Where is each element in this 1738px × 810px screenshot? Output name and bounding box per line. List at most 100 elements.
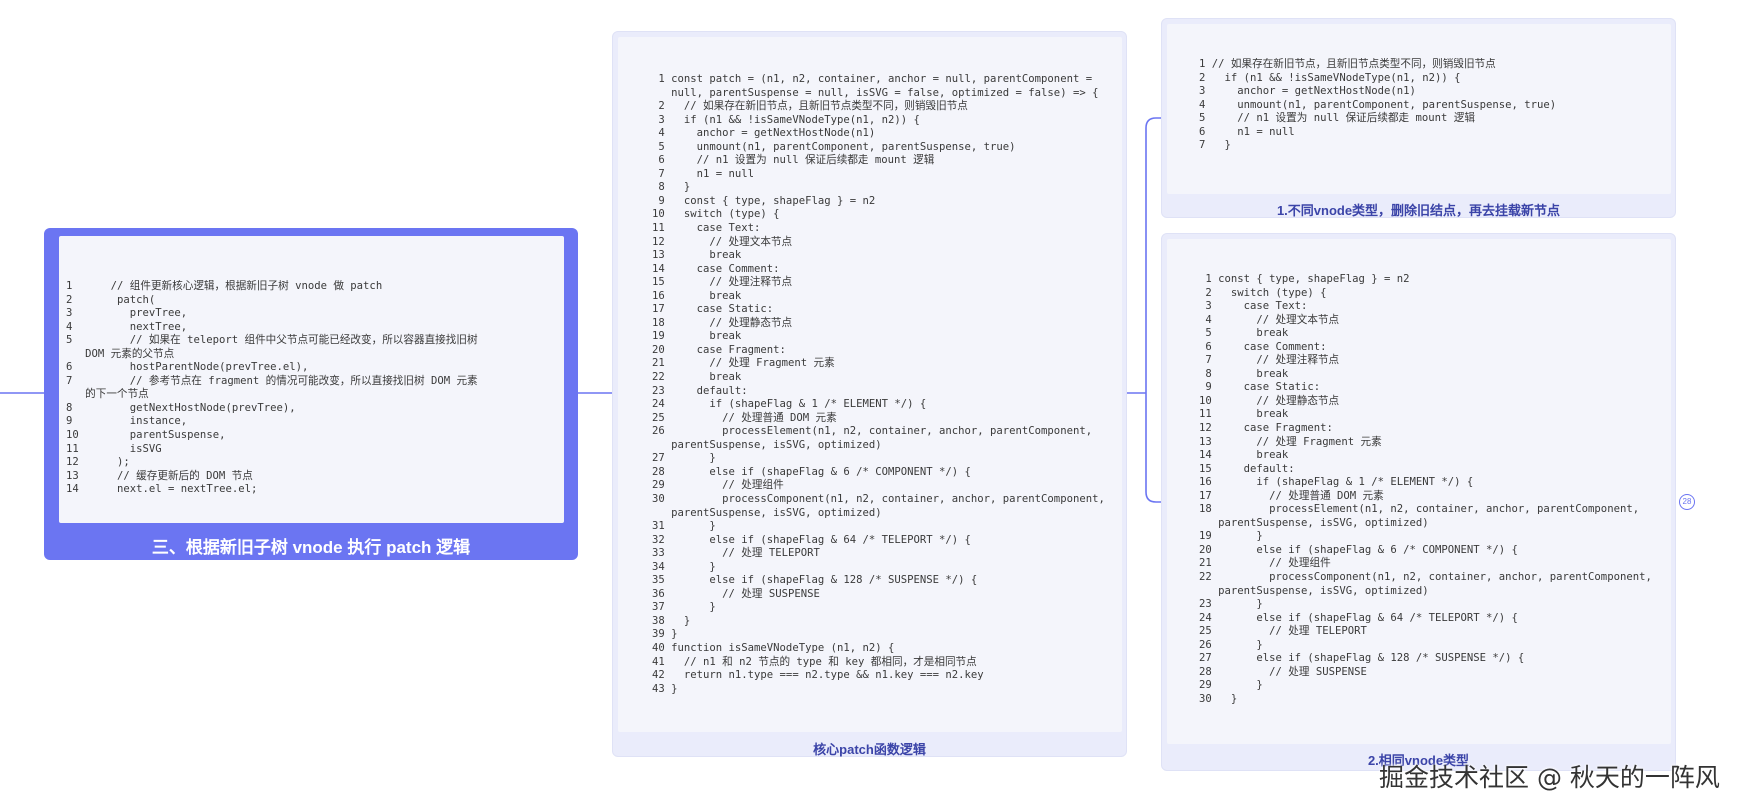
branch-2-line: 3 case Text: bbox=[1199, 300, 1308, 313]
core-line: 21 // 处理 Fragment 元素 bbox=[652, 357, 835, 370]
core-line: 22 break bbox=[652, 371, 742, 384]
core-line: 1 const patch = (n1, n2, container, anch… bbox=[652, 73, 1093, 85]
core-line: 42 return n1.type === n2.type && n1.key … bbox=[652, 669, 984, 682]
branch-2-node[interactable]: 1 const { type, shapeFlag } = n2 2 switc… bbox=[1161, 233, 1676, 771]
branch-2-line: 27 else if (shapeFlag & 128 /* SUSPENSE … bbox=[1199, 652, 1525, 665]
main-line-14: 14 next.el = nextTree.el; bbox=[66, 483, 258, 496]
main-line-13: 13 // 缓存更新后的 DOM 节点 bbox=[66, 469, 253, 482]
core-line: null, parentSuspense = null, isSVG = fal… bbox=[652, 86, 1099, 99]
branch-2-line: 1 const { type, shapeFlag } = n2 bbox=[1199, 273, 1410, 285]
branch-2-line: 24 else if (shapeFlag & 64 /* TELEPORT *… bbox=[1199, 611, 1518, 624]
main-node-caption: 三、根据新旧子树 vnode 执行 patch 逻辑 bbox=[151, 538, 471, 557]
main-line-11: 11 isSVG bbox=[66, 442, 162, 455]
core-line: 29 // 处理组件 bbox=[652, 479, 784, 492]
branch-2-line: 13 // 处理 Fragment 元素 bbox=[1199, 435, 1382, 448]
main-line-2: 2 patch( bbox=[66, 293, 156, 306]
main-line-8: 8 getNextHostNode(prevTree), bbox=[66, 401, 296, 414]
branch-2-line: 4 // 处理文本节点 bbox=[1199, 313, 1340, 326]
branch-2-line: 14 break bbox=[1199, 449, 1289, 462]
watermark: 掘金技术社区 @ 秋天的一阵风 bbox=[1379, 763, 1720, 792]
core-line: 8 } bbox=[652, 181, 691, 194]
core-line: parentSuspense, isSVG, optimized) bbox=[652, 506, 882, 519]
core-line: 17 case Static: bbox=[652, 303, 774, 316]
core-line: parentSuspense, isSVG, optimized) bbox=[652, 438, 882, 451]
branch-2-line: 12 case Fragment: bbox=[1199, 422, 1333, 435]
core-node-code: 1 const patch = (n1, n2, container, anch… bbox=[652, 73, 1105, 696]
main-node[interactable]: 1 // 组件更新核心逻辑，根据新旧子树 vnode 做 patch 2 pat… bbox=[44, 228, 578, 560]
branch-2-line: parentSuspense, isSVG, optimized) bbox=[1199, 516, 1429, 529]
branch-2-line: parentSuspense, isSVG, optimized) bbox=[1199, 584, 1429, 597]
main-line-12: 12 ); bbox=[66, 456, 130, 469]
main-node-code: 1 // 组件更新核心逻辑，根据新旧子树 vnode 做 patch 2 pat… bbox=[66, 280, 478, 497]
branch-2-line: 17 // 处理普通 DOM 元素 bbox=[1199, 489, 1384, 502]
core-line: 23 default: bbox=[652, 384, 748, 397]
core-patch-node[interactable]: 1 const patch = (n1, n2, container, anch… bbox=[612, 31, 1127, 757]
branch-2-line: 6 case Comment: bbox=[1199, 340, 1327, 353]
branch-2-line: 19 } bbox=[1199, 530, 1263, 543]
core-line: 9 const { type, shapeFlag } = n2 bbox=[652, 194, 876, 207]
core-line: 37 } bbox=[652, 601, 716, 614]
main-line-1: 1 // 组件更新核心逻辑，根据新旧子树 vnode 做 patch bbox=[66, 280, 383, 292]
branch-1-caption: 1.不同vnode类型，删除旧结点，再去挂载新节点 bbox=[1276, 203, 1561, 218]
core-line: 40 function isSameVNodeType (n1, n2) { bbox=[652, 641, 895, 654]
branch-2-line: 30 } bbox=[1199, 692, 1238, 705]
branch-2-line: 23 } bbox=[1199, 598, 1263, 611]
core-line: 30 processComponent(n1, n2, container, a… bbox=[652, 492, 1105, 505]
core-node-code-area: 1 const patch = (n1, n2, container, anch… bbox=[618, 37, 1122, 732]
branch-1-node[interactable]: 1 // 如果存在新旧节点，且新旧节点类型不同，则销毁旧节点 2 if (n1 … bbox=[1161, 18, 1676, 218]
branch-1-line: 4 unmount(n1, parentComponent, parentSus… bbox=[1199, 98, 1557, 111]
branch-2-line: 20 else if (shapeFlag & 6 /* COMPONENT *… bbox=[1199, 543, 1518, 556]
branch-2-line: 21 // 处理组件 bbox=[1199, 557, 1331, 570]
core-line: 24 if (shapeFlag & 1 /* ELEMENT */) { bbox=[652, 398, 927, 411]
branch-1-code: 1 // 如果存在新旧节点，且新旧节点类型不同，则销毁旧节点 2 if (n1 … bbox=[1199, 58, 1556, 153]
branch-1-line: 3 anchor = getNextHostNode(n1) bbox=[1199, 85, 1416, 98]
core-line: 6 // n1 设置为 null 保证后续都走 mount 逻辑 bbox=[652, 154, 935, 167]
core-line: 7 n1 = null bbox=[652, 167, 755, 180]
core-line: 35 else if (shapeFlag & 128 /* SUSPENSE … bbox=[652, 574, 978, 587]
branch-2-code-area: 1 const { type, shapeFlag } = n2 2 switc… bbox=[1167, 239, 1671, 744]
core-line: 41 // n1 和 n2 节点的 type 和 key 都相同，才是相同节点 bbox=[652, 655, 977, 668]
core-line: 33 // 处理 TELEPORT bbox=[652, 547, 820, 560]
core-line: 38 } bbox=[652, 614, 691, 627]
core-line: 13 break bbox=[652, 249, 742, 262]
main-line-7b: 的下一个节点 bbox=[66, 388, 149, 401]
core-line: 28 else if (shapeFlag & 6 /* COMPONENT *… bbox=[652, 465, 971, 478]
core-line: 43 } bbox=[652, 682, 678, 695]
core-line: 5 unmount(n1, parentComponent, parentSus… bbox=[652, 140, 1016, 153]
core-line: 32 else if (shapeFlag & 64 /* TELEPORT *… bbox=[652, 533, 971, 546]
core-line: 36 // 处理 SUSPENSE bbox=[652, 587, 820, 600]
core-line: 16 break bbox=[652, 289, 742, 302]
branch-2-line: 29 } bbox=[1199, 679, 1263, 692]
collapse-badge[interactable]: 28 bbox=[1679, 494, 1695, 510]
main-line-5b: DOM 元素的父节点 bbox=[66, 347, 175, 360]
branch-2-line: 11 break bbox=[1199, 408, 1289, 421]
core-line: 4 anchor = getNextHostNode(n1) bbox=[652, 127, 876, 140]
branch-2-line: 25 // 处理 TELEPORT bbox=[1199, 625, 1367, 638]
core-node-caption: 核心patch函数逻辑 bbox=[813, 742, 926, 757]
main-line-9: 9 instance, bbox=[66, 415, 188, 428]
core-line: 18 // 处理静态节点 bbox=[652, 316, 793, 329]
main-line-3: 3 prevTree, bbox=[66, 307, 188, 320]
core-line: 39 } bbox=[652, 628, 678, 641]
branch-1-line: 6 n1 = null bbox=[1199, 125, 1295, 138]
branch-2-line: 10 // 处理静态节点 bbox=[1199, 394, 1340, 407]
branch-1-line: 5 // n1 设置为 null 保证后续都走 mount 逻辑 bbox=[1199, 112, 1475, 125]
branch-2-code: 1 const { type, shapeFlag } = n2 2 switc… bbox=[1199, 273, 1652, 707]
core-line: 15 // 处理注释节点 bbox=[652, 276, 793, 289]
branch-1-line: 2 if (n1 && !isSameVNodeType(n1, n2)) { bbox=[1199, 71, 1461, 84]
branch-1-line: 1 // 如果存在新旧节点，且新旧节点类型不同，则销毁旧节点 bbox=[1199, 58, 1496, 70]
core-line: 26 processElement(n1, n2, container, anc… bbox=[652, 425, 1093, 438]
core-line: 27 } bbox=[652, 452, 716, 465]
main-node-code-area: 1 // 组件更新核心逻辑，根据新旧子树 vnode 做 patch 2 pat… bbox=[59, 236, 564, 523]
branch-2-line: 9 case Static: bbox=[1199, 381, 1321, 394]
core-line: 10 switch (type) { bbox=[652, 208, 780, 221]
branch-2-line: 5 break bbox=[1199, 327, 1289, 340]
branch-2-line: 26 } bbox=[1199, 638, 1263, 651]
branch-1-line: 7 } bbox=[1199, 139, 1231, 152]
core-line: 25 // 处理普通 DOM 元素 bbox=[652, 411, 837, 424]
core-line: 31 } bbox=[652, 520, 716, 533]
core-line: 34 } bbox=[652, 560, 716, 573]
core-line: 12 // 处理文本节点 bbox=[652, 235, 793, 248]
main-line-5: 5 // 如果在 teleport 组件中父节点可能已经改变，所以容器直接找旧树 bbox=[66, 334, 478, 347]
branch-1-code-area: 1 // 如果存在新旧节点，且新旧节点类型不同，则销毁旧节点 2 if (n1 … bbox=[1167, 24, 1671, 194]
